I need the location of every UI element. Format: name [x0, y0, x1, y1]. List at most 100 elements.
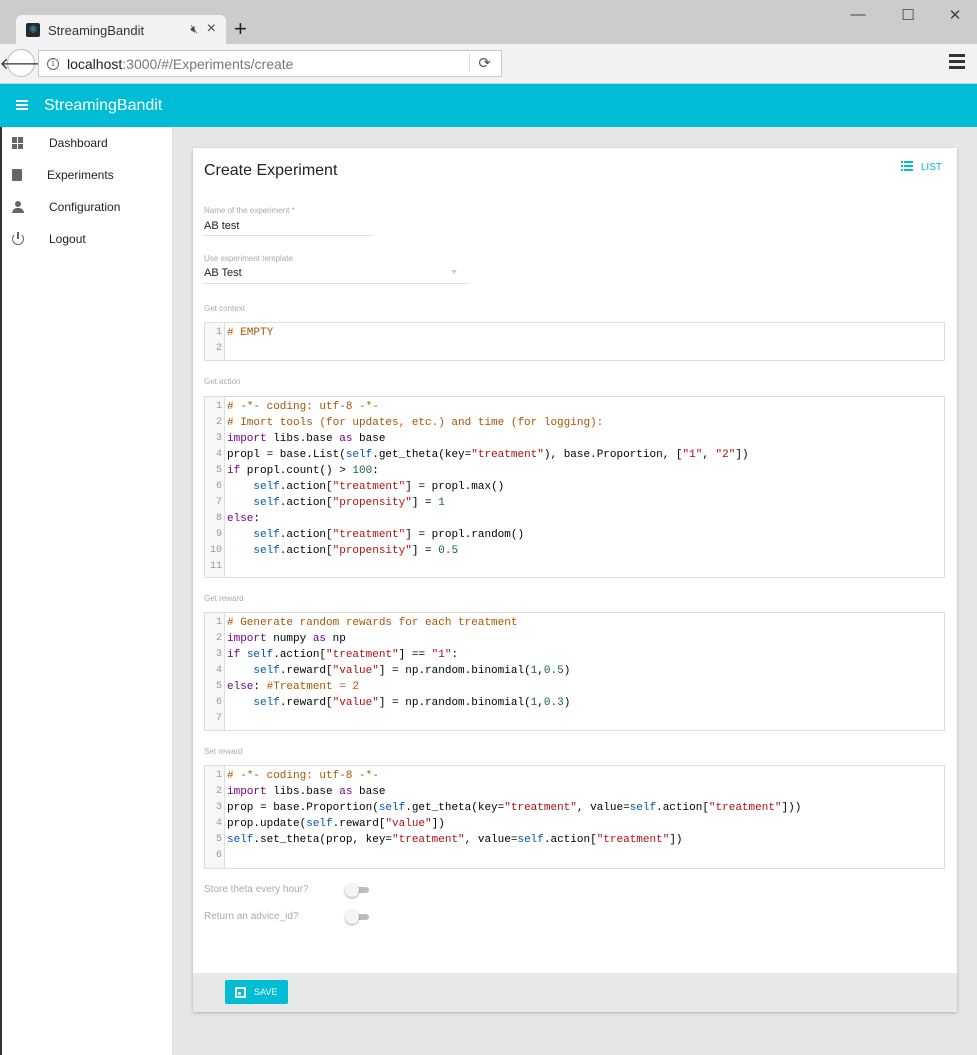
url-host: localhost	[67, 55, 123, 72]
url-input[interactable]: i localhost:3000/#/Experiments/create ⟳	[38, 50, 502, 77]
url-path: :3000/#/Experiments/create	[122, 55, 294, 72]
advice-id-toggle[interactable]	[345, 910, 369, 924]
get-action-editor[interactable]: 1 # -*- coding: utf-8 -*- 2 # Imort tools (…	[204, 396, 945, 578]
browser-menu-icon[interactable]	[949, 54, 965, 72]
code-line[interactable]: 7	[205, 711, 944, 727]
code-line[interactable]: 3 prop = base.Proportion(self.get_theta(k…	[205, 800, 944, 816]
react-icon: ⚛	[26, 23, 40, 37]
line-number: 2	[215, 786, 222, 797]
line-number: 9	[215, 529, 222, 540]
tab-close-icon[interactable]: ×	[207, 20, 216, 38]
line-number: 1	[215, 617, 222, 628]
code-line[interactable]: 5 if propl.count() > 100:	[205, 463, 944, 479]
code-text: # -*- coding: utf-8 -*-	[227, 401, 379, 413]
code-line[interactable]: 2 import numpy as np	[205, 631, 944, 647]
list-button-label: LIST	[920, 161, 942, 173]
person-icon	[12, 201, 24, 213]
line-number: 4	[215, 818, 222, 829]
save-button[interactable]: SAVE	[225, 980, 288, 1004]
back-button[interactable]: 🡐	[0, 49, 42, 77]
code-text: prop = base.Proportion(self.get_theta(ke…	[227, 802, 802, 814]
name-field-label: Name of the experiment *	[204, 206, 295, 215]
set-reward-editor[interactable]: 1 # -*- coding: utf-8 -*- 2 import libs.bas…	[204, 765, 945, 869]
code-line[interactable]: 1 # -*- coding: utf-8 -*-	[205, 768, 944, 784]
get-reward-label: Get reward	[204, 594, 244, 603]
code-line[interactable]: 1 # -*- coding: utf-8 -*-	[205, 399, 944, 415]
code-line[interactable]: 2 # Imort tools (for updates, etc.) and t…	[205, 415, 944, 431]
line-number: 1	[215, 327, 222, 338]
new-tab-button[interactable]: +	[234, 16, 247, 42]
line-number: 2	[215, 633, 222, 644]
code-text: else: #Treatment = 2	[227, 681, 360, 693]
sidebar-item-label: Experiments	[47, 168, 114, 182]
minimize-button[interactable]: —	[843, 6, 873, 23]
name-field[interactable]: AB test	[204, 220, 239, 232]
address-bar: 🡐 i localhost:3000/#/Experiments/create …	[0, 44, 977, 84]
line-number: 2	[215, 417, 222, 428]
code-line[interactable]: 1 # Generate random rewards for each trea…	[205, 615, 944, 631]
code-line[interactable]: 6	[205, 848, 944, 864]
code-text: self.action["propensity"] = 0.5	[253, 545, 459, 557]
info-icon[interactable]: i	[47, 57, 59, 70]
code-line[interactable]: 2 import libs.base as base	[205, 784, 944, 800]
set-reward-label: Set reward	[204, 747, 243, 756]
app-title: StreamingBandit	[44, 96, 163, 114]
code-line[interactable]: 1 # EMPTY	[205, 325, 944, 341]
code-text: prop.update(self.reward["value"])	[227, 818, 445, 830]
code-line[interactable]: 4 self.reward["value"] = np.random.binom…	[205, 663, 944, 679]
line-number: 11	[209, 561, 222, 572]
page-title: Create Experiment	[204, 162, 338, 179]
reload-icon[interactable]: ⟳	[469, 54, 491, 72]
code-line[interactable]: 5 else: #Treatment = 2	[205, 679, 944, 695]
advice-id-label: Return an advice_id?	[204, 911, 299, 922]
code-line[interactable]: 4 prop.update(self.reward["value"])	[205, 816, 944, 832]
line-number: 3	[215, 802, 222, 813]
line-number: 5	[215, 465, 222, 476]
template-select[interactable]: AB Test	[204, 267, 242, 279]
code-text: # EMPTY	[227, 327, 274, 339]
code-text: self.action["treatment"] = propl.max()	[253, 481, 505, 493]
window-close-button[interactable]: ✕	[940, 6, 970, 24]
code-line[interactable]: 11	[205, 559, 944, 575]
sidebar-item-configuration[interactable]: Configuration	[2, 191, 172, 223]
arrow-left-icon: 🡐	[0, 55, 43, 73]
store-theta-toggle[interactable]	[345, 883, 369, 897]
mute-icon[interactable]: 🔇︎	[190, 22, 198, 37]
code-line[interactable]: 6 self.reward["value"] = np.random.binom…	[205, 695, 944, 711]
code-line[interactable]: 5 self.set_theta(prop, key="treatment", v…	[205, 832, 944, 848]
sidebar: Dashboard Experiments Configuration Logo…	[0, 127, 173, 1055]
code-line[interactable]: 3 import libs.base as base	[205, 431, 944, 447]
line-number: 10	[209, 545, 222, 556]
code-line[interactable]: 8 else:	[205, 511, 944, 527]
list-icon	[900, 161, 913, 173]
code-line[interactable]: 6 self.action["treatment"] = propl.max()	[205, 479, 944, 495]
list-button[interactable]: LIST	[900, 161, 942, 173]
name-field-underline	[204, 235, 374, 236]
sidebar-item-dashboard[interactable]: Dashboard	[2, 127, 172, 159]
browser-tab[interactable]: ⚛ StreamingBandit 🔇︎ ×	[16, 15, 226, 45]
code-text: if propl.count() > 100:	[227, 465, 379, 477]
code-line[interactable]: 3 if self.action["treatment"] == "1":	[205, 647, 944, 663]
code-line[interactable]: 10 self.action["propensity"] = 0.5	[205, 543, 944, 559]
get-context-editor[interactable]: 1 # EMPTY 2	[204, 322, 945, 361]
sidebar-item-label: Logout	[49, 232, 86, 246]
code-line[interactable]: 7 self.action["propensity"] = 1	[205, 495, 944, 511]
code-line[interactable]: 4 propl = base.List(self.get_theta(key="t…	[205, 447, 944, 463]
sidebar-item-experiments[interactable]: Experiments	[2, 159, 172, 191]
code-text: import libs.base as base	[227, 786, 386, 798]
code-text: # -*- coding: utf-8 -*-	[227, 770, 379, 782]
code-line[interactable]: 9 self.action["treatment"] = propl.rando…	[205, 527, 944, 543]
save-icon	[235, 986, 246, 998]
line-number: 7	[215, 713, 222, 724]
sidebar-item-logout[interactable]: Logout	[2, 223, 172, 255]
get-reward-editor[interactable]: 1 # Generate random rewards for each trea…	[204, 612, 945, 731]
dropdown-arrow-icon[interactable]	[451, 270, 457, 274]
code-text: else:	[227, 513, 261, 525]
code-text: self.action["treatment"] = propl.random(…	[253, 529, 525, 541]
code-text: # Imort tools (for updates, etc.) and ti…	[227, 417, 604, 429]
menu-icon[interactable]	[16, 99, 28, 112]
line-number: 4	[215, 665, 222, 676]
code-line[interactable]: 2	[205, 341, 944, 357]
code-text: self.reward["value"] = np.random.binomia…	[253, 665, 571, 677]
maximize-button[interactable]: ☐	[893, 6, 923, 24]
